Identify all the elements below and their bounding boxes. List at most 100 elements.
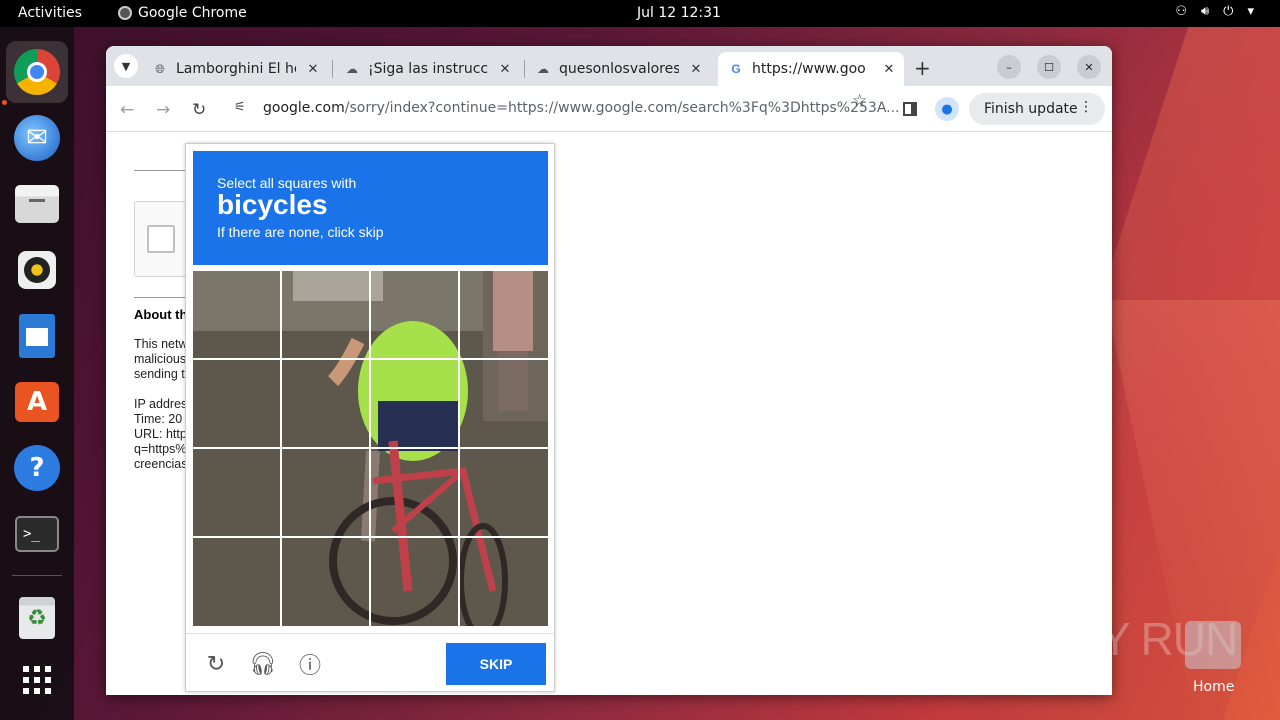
captcha-tile[interactable] <box>193 271 280 358</box>
arrow-left-icon: ← <box>120 100 135 120</box>
home-folder-label: Home <box>1193 679 1235 695</box>
close-icon: ✕ <box>1084 60 1094 74</box>
dock-files[interactable] <box>6 173 68 235</box>
side-panel-icon[interactable] <box>903 102 917 116</box>
app-menu[interactable]: Google Chrome <box>118 5 247 21</box>
tab-3[interactable]: ☁ quesonlosvalores ✕ <box>535 52 705 86</box>
captcha-tile[interactable] <box>460 271 547 358</box>
minimize-button[interactable]: – <box>997 55 1021 79</box>
dock-app-center[interactable]: A <box>6 371 68 433</box>
dock-separator <box>12 575 62 576</box>
activities-button[interactable]: Activities <box>18 5 82 21</box>
tab-4[interactable]: G https://www.goo ✕ <box>718 52 904 86</box>
skip-button[interactable]: SKIP <box>446 643 546 685</box>
tab-1[interactable]: 🌐︎ Lamborghini El he ✕ <box>152 52 322 86</box>
tab-title: https://www.goo <box>752 61 866 77</box>
captcha-tile[interactable] <box>460 360 547 447</box>
page-text: creencias <box>134 457 188 471</box>
captcha-target: bicycles <box>217 189 328 220</box>
close-icon[interactable]: ✕ <box>687 60 705 78</box>
minimize-icon: – <box>1006 60 1012 74</box>
site-info-icon[interactable]: ⚟ <box>234 100 246 115</box>
chrome-window: ▼ 🌐︎ Lamborghini El he ✕ ☁ ¡Siga las ins… <box>106 46 1112 695</box>
captcha-tile[interactable] <box>282 449 369 536</box>
page-text: IP addres <box>134 397 188 411</box>
captcha-tile[interactable] <box>282 538 369 625</box>
clock[interactable]: Jul 12 12:31 <box>637 5 721 21</box>
tab-title: quesonlosvalores <box>559 61 679 77</box>
page-text: malicious <box>134 352 187 366</box>
new-tab-button[interactable]: + <box>914 56 931 80</box>
finish-update-label: Finish update <box>984 101 1078 117</box>
headphones-icon[interactable]: 🎧︎ <box>249 651 277 677</box>
captcha-tile[interactable] <box>460 449 547 536</box>
dock-help[interactable]: ? <box>6 437 68 499</box>
captcha-tile[interactable] <box>371 538 458 625</box>
download-icon: ☁ <box>537 62 549 76</box>
app-menu-label: Google Chrome <box>138 5 247 21</box>
tab-2[interactable]: ☁ ¡Siga las instrucci ✕ <box>344 52 514 86</box>
system-tray[interactable]: ⚇ 🔊︎ ⏻ ▾ <box>1175 4 1254 19</box>
home-folder-icon[interactable] <box>1185 621 1241 669</box>
close-window-button[interactable]: ✕ <box>1077 55 1101 79</box>
captcha-tile[interactable] <box>193 449 280 536</box>
thunderbird-icon: ✉ <box>14 115 60 161</box>
captcha-tile[interactable] <box>460 538 547 625</box>
bookmark-star-icon[interactable]: ☆ <box>852 91 867 111</box>
info-icon[interactable]: ⓘ <box>297 651 323 679</box>
tab-divider <box>524 60 525 78</box>
google-icon: G <box>731 62 741 76</box>
captcha-challenge: Select all squares with bicycles If ther… <box>185 143 555 692</box>
captcha-tile[interactable] <box>193 538 280 625</box>
reload-icon: ↻ <box>192 100 207 120</box>
profile-avatar-icon[interactable]: ● <box>935 97 959 121</box>
arrow-right-icon: → <box>156 100 171 120</box>
page-text: q=https% <box>134 442 187 456</box>
show-apps-button[interactable] <box>6 649 68 711</box>
close-icon[interactable]: ✕ <box>496 60 514 78</box>
toolbar: ← → ↻ ⚟ google.com/sorry/index?continue=… <box>106 86 1112 132</box>
page-text: Time: 20 <box>134 412 183 426</box>
maximize-icon: ☐ <box>1044 60 1054 74</box>
reload-button[interactable]: ↻ <box>192 100 206 120</box>
dock-trash[interactable]: ♻ <box>6 587 68 649</box>
tab-divider <box>332 60 333 78</box>
page-text: sending t <box>134 367 185 381</box>
chevron-down-icon: ▼ <box>121 59 131 73</box>
network-icon: ⚇ <box>1175 4 1187 19</box>
finish-update-button[interactable]: Finish update ⋮ <box>969 93 1105 125</box>
files-icon <box>15 185 59 223</box>
tab-strip: ▼ 🌐︎ Lamborghini El he ✕ ☁ ¡Siga las ins… <box>106 46 1112 86</box>
dock-chrome[interactable] <box>6 41 68 103</box>
captcha-tile[interactable] <box>371 360 458 447</box>
close-icon[interactable]: ✕ <box>304 60 322 78</box>
dock-terminal[interactable]: >_ <box>6 503 68 565</box>
chrome-icon <box>14 49 60 95</box>
back-button[interactable]: ← <box>120 100 134 120</box>
dock-writer[interactable] <box>6 305 68 367</box>
captcha-tile[interactable] <box>371 271 458 358</box>
more-vert-icon: ⋮ <box>1079 99 1093 115</box>
volume-icon: 🔊︎ <box>1200 4 1210 19</box>
tab-search-button[interactable]: ▼ <box>114 54 138 78</box>
page-content: About th This netw malicious sending t I… <box>106 133 1112 695</box>
recaptcha-checkbox[interactable] <box>147 225 175 253</box>
captcha-hint: If there are none, click skip <box>217 224 384 240</box>
dock-thunderbird[interactable]: ✉ <box>6 107 68 169</box>
tab-title: Lamborghini El he <box>176 61 296 77</box>
url-path: /sorry/index?continue=https://www.google… <box>344 100 900 116</box>
forward-button[interactable]: → <box>156 100 170 120</box>
maximize-button[interactable]: ☐ <box>1037 55 1061 79</box>
captcha-tile[interactable] <box>282 271 369 358</box>
dock-rhythmbox[interactable] <box>6 239 68 301</box>
captcha-tile[interactable] <box>371 449 458 536</box>
about-heading: About th <box>134 307 188 322</box>
address-bar[interactable]: ⚟ google.com/sorry/index?continue=https:… <box>224 93 900 125</box>
running-indicator <box>2 100 7 105</box>
captcha-tile[interactable] <box>193 360 280 447</box>
close-icon[interactable]: ✕ <box>880 60 898 78</box>
captcha-tile[interactable] <box>282 360 369 447</box>
app-center-icon: A <box>15 382 59 422</box>
reload-icon[interactable]: ↻ <box>203 651 229 677</box>
power-icon: ⏻ <box>1223 4 1234 19</box>
